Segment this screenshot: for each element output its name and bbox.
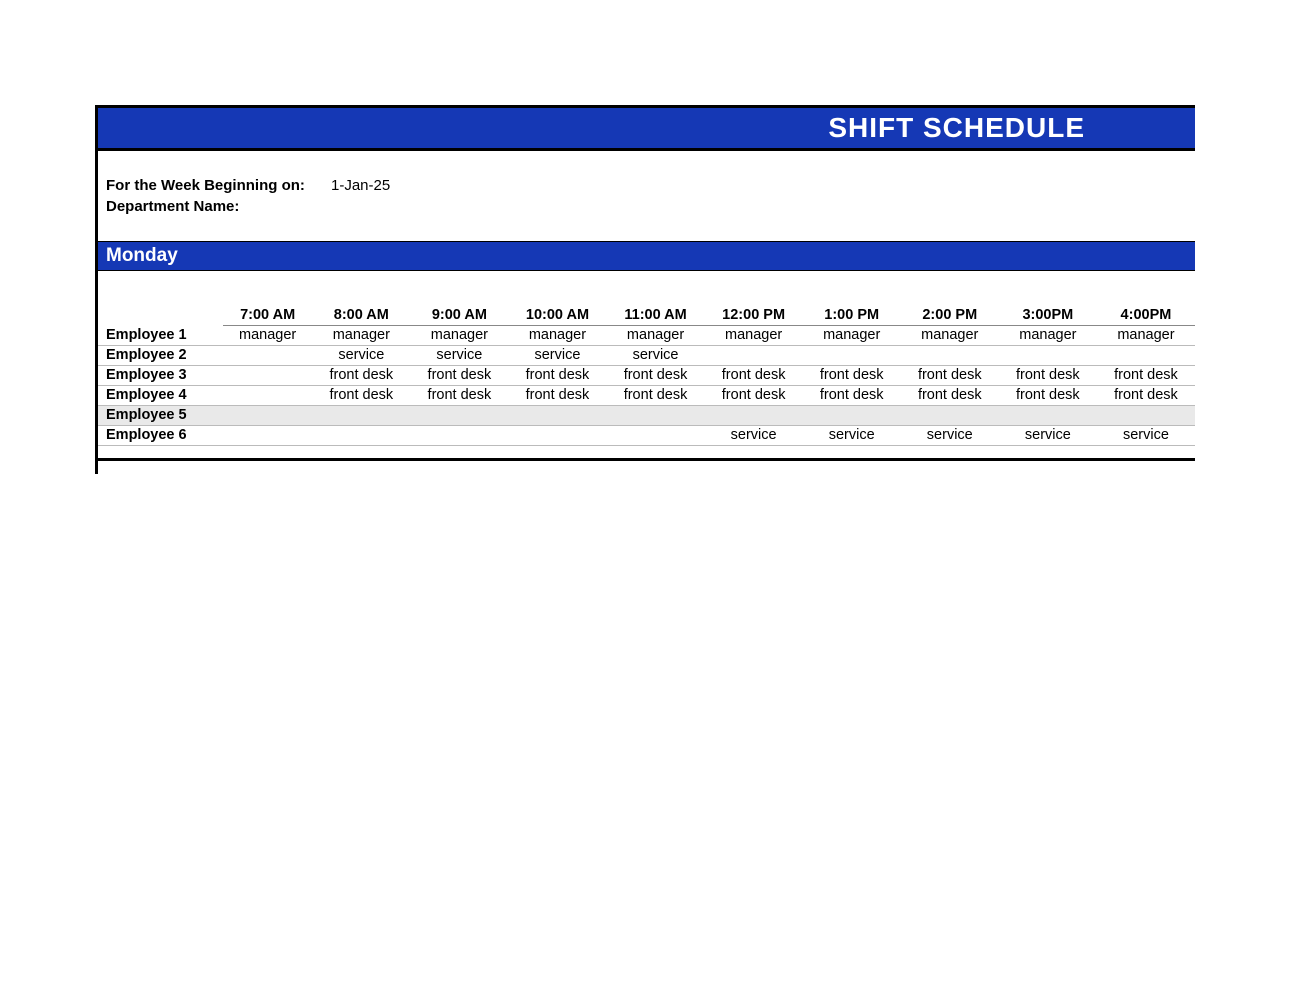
shift-cell: manager	[410, 325, 508, 345]
shift-cell	[410, 405, 508, 425]
shift-cell: front desk	[901, 385, 999, 405]
shift-cell: manager	[312, 325, 410, 345]
shift-cell	[508, 425, 606, 445]
shift-cell: manager	[607, 325, 705, 345]
shift-cell: front desk	[508, 365, 606, 385]
shift-cell: front desk	[410, 365, 508, 385]
shift-cell: service	[803, 425, 901, 445]
week-beginning-value: 1-Jan-25	[331, 175, 390, 196]
shift-cell: service	[607, 345, 705, 365]
meta-week-row: For the Week Beginning on: 1-Jan-25	[106, 175, 1195, 196]
shift-cell	[1097, 405, 1195, 425]
employee-name: Employee 4	[98, 385, 223, 405]
shift-cell	[607, 425, 705, 445]
shift-cell: service	[312, 345, 410, 365]
shift-cell: front desk	[312, 365, 410, 385]
shift-cell	[803, 345, 901, 365]
shift-cell: service	[1097, 425, 1195, 445]
shift-cell: manager	[901, 325, 999, 345]
shift-cell: service	[999, 425, 1097, 445]
header-blank	[98, 305, 223, 325]
shift-cell: service	[410, 345, 508, 365]
hour-header: 11:00 AM	[607, 305, 705, 325]
table-row: Employee 2serviceserviceserviceservice	[98, 345, 1195, 365]
shift-cell	[312, 405, 410, 425]
shift-cell	[508, 405, 606, 425]
shift-cell: front desk	[999, 385, 1097, 405]
shift-cell: manager	[803, 325, 901, 345]
shift-cell: front desk	[901, 365, 999, 385]
title-bar: SHIFT SCHEDULE	[98, 105, 1195, 151]
shift-cell: front desk	[312, 385, 410, 405]
shift-cell	[1097, 345, 1195, 365]
shift-cell: front desk	[508, 385, 606, 405]
shift-cell: service	[901, 425, 999, 445]
hour-header: 9:00 AM	[410, 305, 508, 325]
shift-cell: front desk	[999, 365, 1097, 385]
table-row: Employee 6serviceserviceserviceservicese…	[98, 425, 1195, 445]
hour-header: 2:00 PM	[901, 305, 999, 325]
shift-cell: front desk	[607, 365, 705, 385]
shift-cell	[223, 425, 312, 445]
week-beginning-label: For the Week Beginning on:	[106, 175, 331, 196]
shift-cell: manager	[508, 325, 606, 345]
employee-name: Employee 2	[98, 345, 223, 365]
shift-cell	[223, 405, 312, 425]
shift-cell	[607, 405, 705, 425]
employee-name: Employee 3	[98, 365, 223, 385]
shift-cell	[803, 405, 901, 425]
shift-cell	[705, 345, 803, 365]
table-row: Employee 3front deskfront deskfront desk…	[98, 365, 1195, 385]
table-row: Employee 4front deskfront deskfront desk…	[98, 385, 1195, 405]
shift-cell: front desk	[607, 385, 705, 405]
shift-cell: manager	[999, 325, 1097, 345]
hour-header: 7:00 AM	[223, 305, 312, 325]
shift-cell	[410, 425, 508, 445]
schedule-grid: 7:00 AM 8:00 AM 9:00 AM 10:00 AM 11:00 A…	[98, 305, 1195, 446]
footer-rule	[98, 458, 1195, 474]
table-row: Employee 5	[98, 405, 1195, 425]
hour-header: 3:00PM	[999, 305, 1097, 325]
hour-header: 8:00 AM	[312, 305, 410, 325]
shift-cell: manager	[1097, 325, 1195, 345]
shift-cell: front desk	[410, 385, 508, 405]
hours-row: 7:00 AM 8:00 AM 9:00 AM 10:00 AM 11:00 A…	[98, 305, 1195, 325]
meta-block: For the Week Beginning on: 1-Jan-25 Depa…	[98, 151, 1195, 241]
shift-cell	[901, 345, 999, 365]
department-name-label: Department Name:	[106, 196, 331, 217]
shift-cell	[999, 405, 1097, 425]
shift-cell	[312, 425, 410, 445]
shift-cell: front desk	[1097, 365, 1195, 385]
table-row: Employee 1managermanagermanagermanagerma…	[98, 325, 1195, 345]
shift-cell: front desk	[803, 365, 901, 385]
shift-cell: front desk	[705, 365, 803, 385]
schedule-table-head: 7:00 AM 8:00 AM 9:00 AM 10:00 AM 11:00 A…	[98, 305, 1195, 325]
employee-name: Employee 6	[98, 425, 223, 445]
shift-cell: service	[705, 425, 803, 445]
hour-header: 10:00 AM	[508, 305, 606, 325]
schedule-table: 7:00 AM 8:00 AM 9:00 AM 10:00 AM 11:00 A…	[98, 305, 1195, 446]
shift-cell: front desk	[705, 385, 803, 405]
meta-dept-row: Department Name:	[106, 196, 1195, 217]
shift-cell	[223, 365, 312, 385]
shift-cell	[901, 405, 999, 425]
employee-name: Employee 5	[98, 405, 223, 425]
hour-header: 1:00 PM	[803, 305, 901, 325]
hour-header: 12:00 PM	[705, 305, 803, 325]
schedule-sheet: SHIFT SCHEDULE For the Week Beginning on…	[95, 105, 1195, 474]
shift-cell: manager	[223, 325, 312, 345]
shift-cell	[705, 405, 803, 425]
shift-cell	[223, 385, 312, 405]
shift-cell: front desk	[1097, 385, 1195, 405]
day-header: Monday	[98, 241, 1195, 271]
employee-name: Employee 1	[98, 325, 223, 345]
schedule-table-body: Employee 1managermanagermanagermanagerma…	[98, 325, 1195, 445]
hour-header: 4:00PM	[1097, 305, 1195, 325]
shift-cell: manager	[705, 325, 803, 345]
shift-cell	[223, 345, 312, 365]
shift-cell: service	[508, 345, 606, 365]
shift-cell	[999, 345, 1097, 365]
shift-cell: front desk	[803, 385, 901, 405]
page-title: SHIFT SCHEDULE	[828, 112, 1085, 143]
